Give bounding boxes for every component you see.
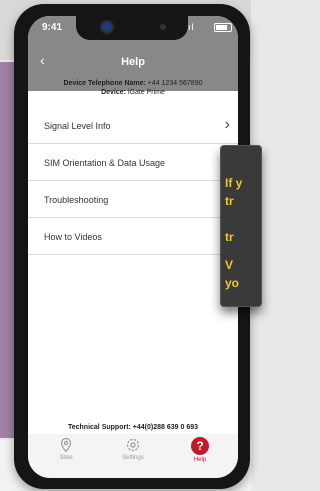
chevron-right-icon: ›: [224, 116, 230, 133]
tooltip-line: tr: [225, 194, 234, 208]
device-phone-value: +44 1234 567890: [147, 80, 203, 87]
notch: [76, 16, 188, 40]
gear-icon: [126, 438, 140, 452]
signal-icon: ıl: [188, 22, 195, 32]
device-phone-label: Device Telephone Name:: [63, 80, 146, 87]
menu-item-label: Signal Level Info: [44, 121, 111, 131]
status-bar: 9:41 ıl: [28, 16, 238, 40]
tab-help[interactable]: ? Help: [170, 437, 230, 463]
tab-label: Settings: [122, 455, 144, 461]
menu-item-label: How to Videos: [44, 232, 102, 242]
map-pin-icon: [60, 437, 72, 453]
help-icon: ?: [191, 437, 209, 455]
menu-item-signal-level[interactable]: Signal Level Info ›: [28, 107, 238, 144]
background-purple-strip: [0, 62, 14, 438]
phone-screen: 9:41 ıl ‹ Help Device Telephone Name: +4…: [28, 16, 238, 478]
device-info: Device Telephone Name: +44 1234 567890 D…: [28, 79, 238, 97]
tab-label: Help: [193, 457, 207, 463]
tooltip-line: V: [225, 258, 234, 272]
battery-icon: [214, 23, 232, 32]
help-menu: Signal Level Info › SIM Orientation & Da…: [28, 107, 238, 255]
sensor-dot: [160, 24, 166, 30]
menu-item-troubleshooting[interactable]: Troubleshooting: [28, 181, 238, 218]
camera-icon: [100, 20, 114, 34]
tab-settings[interactable]: Settings: [103, 437, 163, 461]
tab-bar: Sites Settings ? Help: [28, 434, 238, 478]
tab-sites[interactable]: Sites: [36, 437, 96, 461]
menu-item-videos[interactable]: How to Videos: [28, 218, 238, 255]
status-time: 9:41: [42, 22, 63, 33]
device-name-label: Device:: [101, 89, 126, 96]
tooltip-line: tr: [225, 230, 234, 244]
menu-item-label: SIM Orientation & Data Usage: [44, 158, 166, 168]
menu-item-label: Troubleshooting: [44, 195, 109, 205]
tooltip-line: yo: [225, 276, 240, 290]
device-name-value: iGate Prime: [127, 89, 165, 96]
menu-item-sim-orientation[interactable]: SIM Orientation & Data Usage: [28, 144, 238, 181]
tooltip-line: If y: [225, 176, 243, 190]
page-title: Help: [121, 56, 145, 68]
support-text: Technical Support: +44(0)288 639 0 693: [67, 424, 198, 431]
tab-label: Sites: [59, 455, 73, 461]
tooltip-popup: If y tr tr V yo: [220, 145, 262, 307]
